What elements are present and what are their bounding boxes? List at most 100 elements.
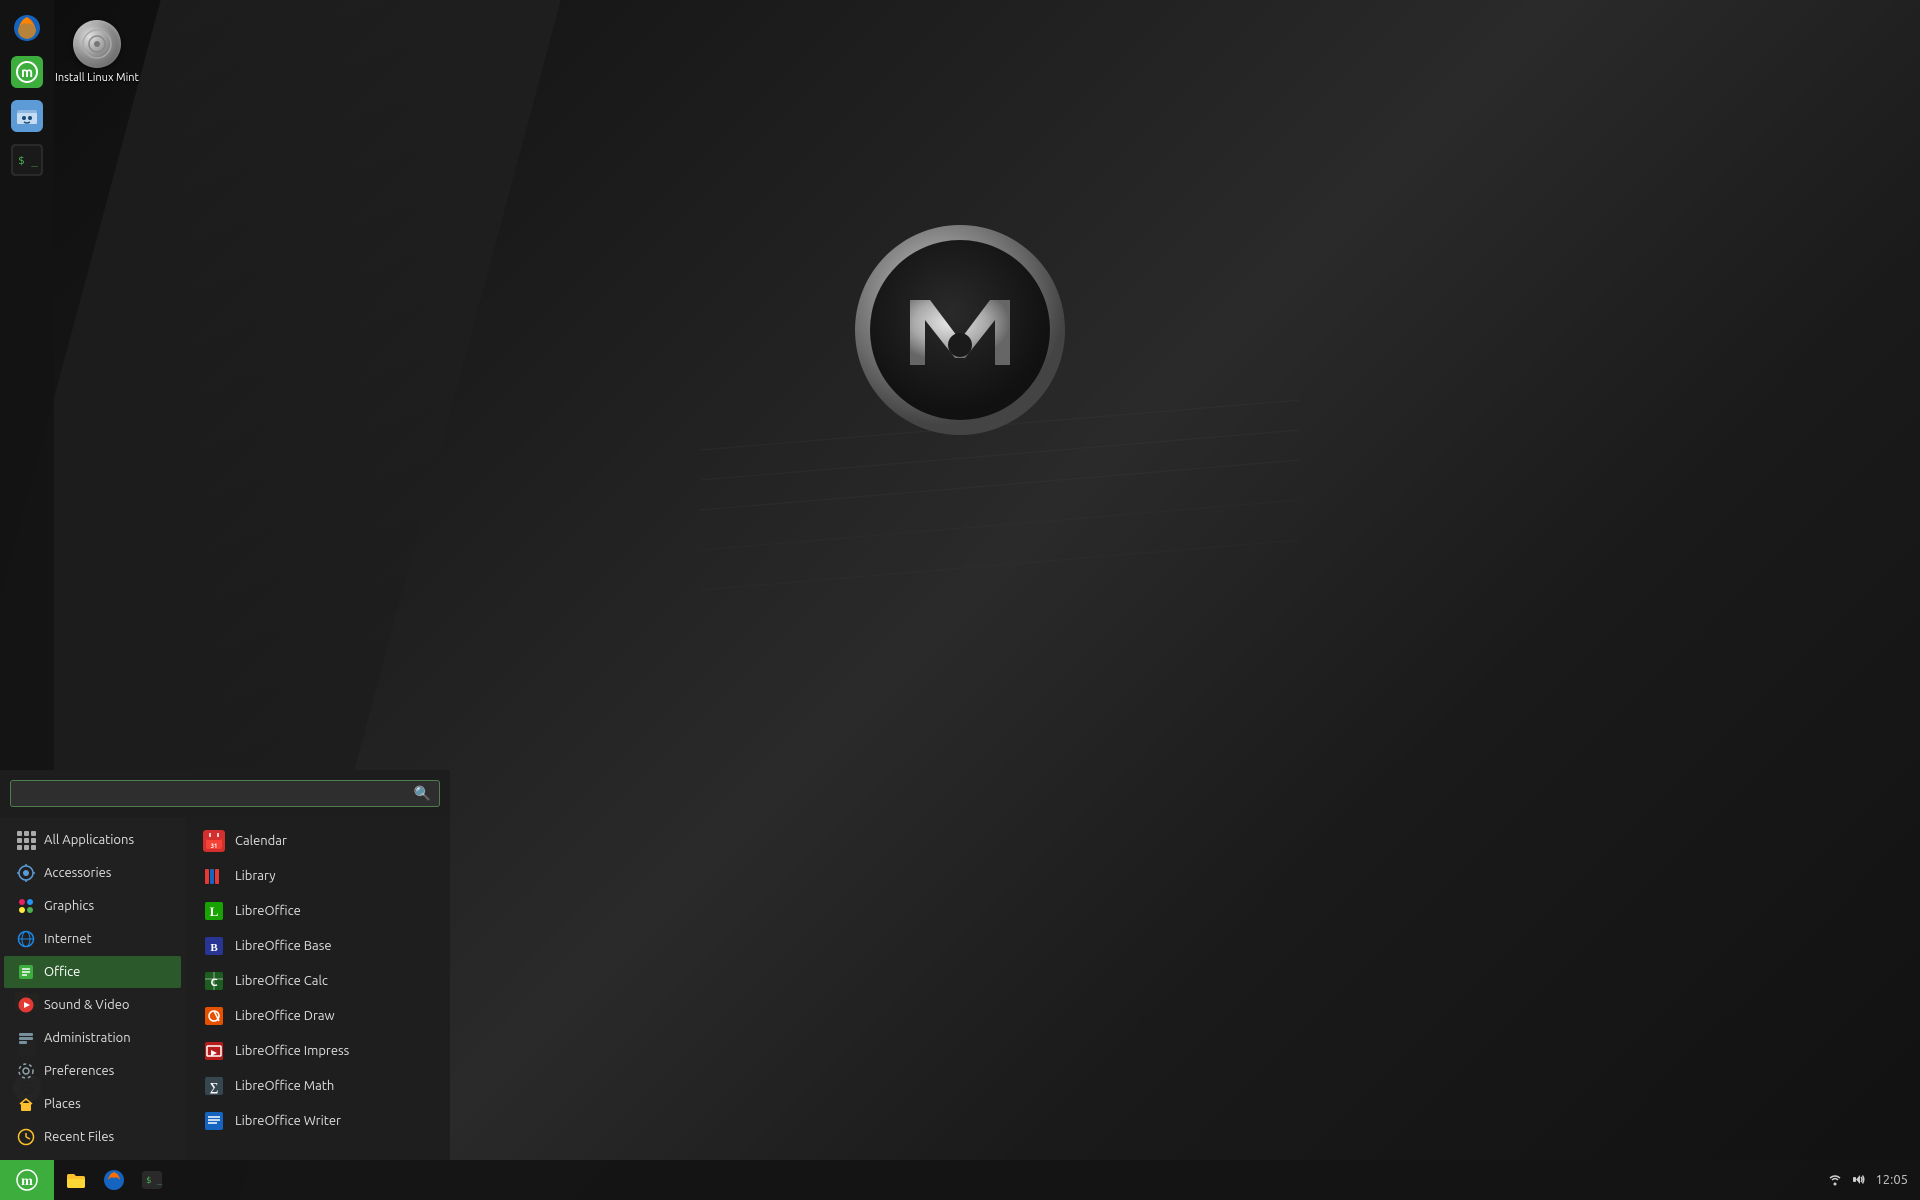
linux-mint-logo bbox=[850, 220, 1070, 440]
apps-panel: 31 Calendar Library bbox=[185, 817, 450, 1160]
libreoffice-impress-app-icon bbox=[203, 1040, 225, 1062]
app-libreoffice[interactable]: L LibreOffice bbox=[189, 894, 446, 928]
calendar-app-icon: 31 bbox=[203, 830, 225, 852]
category-administration[interactable]: Administration bbox=[4, 1022, 181, 1054]
start-menu-icon: m bbox=[15, 1168, 39, 1192]
desktop: Install Linux Mint m bbox=[0, 0, 1920, 1200]
svg-text:L: L bbox=[210, 904, 219, 919]
places-icon bbox=[16, 1094, 36, 1114]
category-internet[interactable]: Internet bbox=[4, 923, 181, 955]
disc-icon bbox=[81, 28, 113, 60]
firefox-bottom-icon[interactable] bbox=[96, 1162, 132, 1198]
libreoffice-math-app-icon: ∑ bbox=[203, 1075, 225, 1097]
libreoffice-writer-app-icon bbox=[203, 1110, 225, 1132]
category-sound-video[interactable]: Sound & Video bbox=[4, 989, 181, 1021]
terminal-icon: $ _ bbox=[11, 144, 43, 176]
recent-files-icon bbox=[16, 1127, 36, 1147]
libreoffice-calc-app-icon: C bbox=[203, 970, 225, 992]
network-status-icon[interactable] bbox=[1827, 1171, 1843, 1190]
category-all-applications-label: All Applications bbox=[44, 833, 134, 847]
library-app-icon bbox=[203, 865, 225, 887]
app-menu: 🔍 All Applications bbox=[0, 770, 450, 1160]
office-icon bbox=[16, 962, 36, 982]
category-preferences[interactable]: Preferences bbox=[4, 1055, 181, 1087]
category-places-label: Places bbox=[44, 1097, 81, 1111]
firefox-icon bbox=[11, 12, 43, 44]
accessories-icon bbox=[16, 863, 36, 883]
svg-text:C: C bbox=[210, 977, 217, 989]
svg-text:$ _: $ _ bbox=[18, 154, 38, 167]
install-icon-label: Install Linux Mint bbox=[55, 72, 139, 84]
libreoffice-math-app-label: LibreOffice Math bbox=[235, 1079, 334, 1093]
internet-icon bbox=[16, 929, 36, 949]
mint-welcome-taskbar-icon[interactable]: m bbox=[7, 52, 47, 92]
library-app-label: Library bbox=[235, 869, 275, 883]
all-apps-icon bbox=[16, 830, 36, 850]
sound-video-icon bbox=[16, 995, 36, 1015]
administration-icon bbox=[16, 1028, 36, 1048]
app-libreoffice-draw[interactable]: LibreOffice Draw bbox=[189, 999, 446, 1033]
category-preferences-label: Preferences bbox=[44, 1064, 114, 1078]
svg-text:B: B bbox=[210, 942, 218, 954]
firefox-bottom-icon-img bbox=[102, 1168, 126, 1192]
app-calendar[interactable]: 31 Calendar bbox=[189, 824, 446, 858]
libreoffice-calc-app-label: LibreOffice Calc bbox=[235, 974, 328, 988]
libreoffice-app-label: LibreOffice bbox=[235, 904, 301, 918]
svg-text:∑: ∑ bbox=[210, 1080, 219, 1094]
app-library[interactable]: Library bbox=[189, 859, 446, 893]
libreoffice-app-icon: L bbox=[203, 900, 225, 922]
calendar-app-label: Calendar bbox=[235, 834, 287, 848]
bottom-taskbar-items: $ _ bbox=[54, 1162, 1827, 1198]
category-all-applications[interactable]: All Applications bbox=[4, 824, 181, 856]
category-graphics[interactable]: Graphics bbox=[4, 890, 181, 922]
libreoffice-base-app-icon: B bbox=[203, 935, 225, 957]
libreoffice-writer-app-label: LibreOffice Writer bbox=[235, 1114, 341, 1128]
app-libreoffice-math[interactable]: ∑ LibreOffice Math bbox=[189, 1069, 446, 1103]
category-internet-label: Internet bbox=[44, 932, 92, 946]
category-graphics-label: Graphics bbox=[44, 899, 94, 913]
terminal-taskbar-icon[interactable]: $ _ bbox=[7, 140, 47, 180]
categories-panel: All Applications Accesso bbox=[0, 817, 185, 1160]
app-libreoffice-impress[interactable]: LibreOffice Impress bbox=[189, 1034, 446, 1068]
install-icon-image bbox=[73, 20, 121, 68]
bottom-taskbar: m $ _ bbox=[0, 1160, 1920, 1200]
firefox-taskbar-icon[interactable] bbox=[7, 8, 47, 48]
install-linux-mint-icon[interactable]: Install Linux Mint bbox=[55, 20, 139, 84]
category-accessories-label: Accessories bbox=[44, 866, 111, 880]
files-bottom-icon[interactable] bbox=[58, 1162, 94, 1198]
folder-bottom-icon bbox=[64, 1168, 88, 1192]
terminal-bottom-icon[interactable]: $ _ bbox=[134, 1162, 170, 1198]
sound-status-icon[interactable] bbox=[1851, 1171, 1867, 1190]
search-input[interactable] bbox=[19, 786, 414, 801]
bottom-right-status: 12:05 bbox=[1827, 1171, 1920, 1190]
app-libreoffice-calc[interactable]: C LibreOffice Calc bbox=[189, 964, 446, 998]
app-libreoffice-writer[interactable]: LibreOffice Writer bbox=[189, 1104, 446, 1138]
files-taskbar-icon[interactable] bbox=[7, 96, 47, 136]
category-accessories[interactable]: Accessories bbox=[4, 857, 181, 889]
category-recent-files-label: Recent Files bbox=[44, 1130, 114, 1144]
libreoffice-base-app-label: LibreOffice Base bbox=[235, 939, 332, 953]
menu-content: All Applications Accesso bbox=[0, 817, 450, 1160]
graphics-icon bbox=[16, 896, 36, 916]
svg-text:$ _: $ _ bbox=[146, 1176, 163, 1186]
libreoffice-impress-app-label: LibreOffice Impress bbox=[235, 1044, 349, 1058]
terminal-bottom-icon-img: $ _ bbox=[140, 1168, 164, 1192]
category-recent-files[interactable]: Recent Files bbox=[4, 1121, 181, 1153]
svg-text:m: m bbox=[21, 64, 33, 80]
files-icon bbox=[11, 100, 43, 132]
category-office-label: Office bbox=[44, 965, 80, 979]
svg-text:31: 31 bbox=[211, 843, 218, 850]
libreoffice-draw-app-label: LibreOffice Draw bbox=[235, 1009, 335, 1023]
search-bar: 🔍 bbox=[0, 770, 450, 817]
category-places[interactable]: Places bbox=[4, 1088, 181, 1120]
search-input-wrapper[interactable]: 🔍 bbox=[10, 780, 440, 807]
search-icon: 🔍 bbox=[414, 785, 431, 802]
category-office[interactable]: Office bbox=[4, 956, 181, 988]
category-administration-label: Administration bbox=[44, 1031, 131, 1045]
libreoffice-draw-app-icon bbox=[203, 1005, 225, 1027]
start-button[interactable]: m bbox=[0, 1160, 54, 1200]
clock-display: 12:05 bbox=[1875, 1173, 1908, 1187]
app-libreoffice-base[interactable]: B LibreOffice Base bbox=[189, 929, 446, 963]
mint-icon: m bbox=[11, 56, 43, 88]
svg-text:m: m bbox=[21, 1174, 33, 1189]
